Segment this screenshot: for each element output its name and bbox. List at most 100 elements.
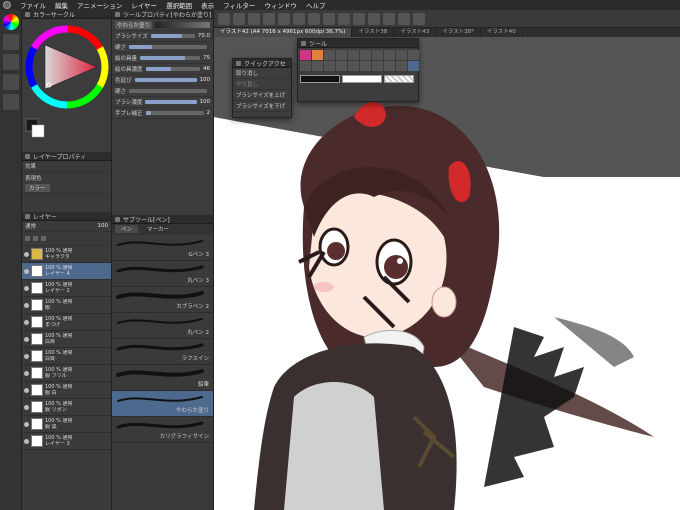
eraser-icon[interactable] <box>398 12 410 25</box>
quick-item-size-up[interactable]: ブラシサイズを上げ <box>233 90 291 101</box>
open-icon[interactable] <box>233 12 245 25</box>
fill-icon[interactable] <box>323 12 335 25</box>
snap-icon[interactable] <box>368 12 380 25</box>
menu-file[interactable]: ファイル <box>20 0 46 10</box>
brush-icon[interactable] <box>413 12 425 25</box>
menu-view[interactable]: 表示 <box>201 0 214 10</box>
brush-item[interactable]: やわらか塗り <box>112 391 213 417</box>
opacity-value[interactable]: 100 <box>98 223 109 229</box>
tool-param-row[interactable]: 絵の具濃度 46 <box>112 64 213 75</box>
layer-icon[interactable] <box>3 54 19 70</box>
zoom-tool-icon[interactable] <box>336 61 347 71</box>
eye-icon[interactable] <box>24 370 29 376</box>
layer-row[interactable]: 100 % 通常 白目 <box>22 348 111 365</box>
select-tool-icon[interactable] <box>360 50 371 60</box>
airbrush-tool-icon[interactable] <box>408 61 419 71</box>
layer-row[interactable]: 100 % 通常 レイヤー 2 <box>22 280 111 297</box>
subtool-tab-marker[interactable]: マーカー <box>141 225 175 233</box>
text-tool-icon[interactable] <box>384 50 395 60</box>
menu-selection[interactable]: 選択範囲 <box>166 0 192 10</box>
new-icon[interactable] <box>218 12 230 25</box>
layer-row[interactable]: 100 % 通常 服 リボン <box>22 399 111 416</box>
decoration-tool-icon[interactable] <box>384 61 395 71</box>
pen-tool-icon[interactable] <box>300 50 311 60</box>
eye-icon[interactable] <box>24 302 29 308</box>
layer-row[interactable]: 100 % 通常 服 フリル <box>22 365 111 382</box>
figure-tool-icon[interactable] <box>396 50 407 60</box>
quick-item-redo[interactable]: やり直し <box>233 79 291 90</box>
app-logo-icon[interactable] <box>3 1 11 9</box>
snap-icon[interactable] <box>338 12 350 25</box>
tool-param-row[interactable]: 硬さ <box>112 86 213 97</box>
tool-param-slider[interactable] <box>134 78 197 82</box>
eye-icon[interactable] <box>24 319 29 325</box>
color-wheel[interactable] <box>22 19 112 151</box>
tool-param-slider[interactable] <box>150 34 195 38</box>
layer-row[interactable]: 100 % 通常 服 白 <box>22 382 111 399</box>
document-tab[interactable]: イラスト40 <box>481 28 523 37</box>
layer-row[interactable]: 100 % 通常 白目 <box>22 331 111 348</box>
brush-item[interactable]: 鉛筆 <box>112 365 213 391</box>
balloon-tool-icon[interactable] <box>396 61 407 71</box>
eraser-icon[interactable] <box>3 94 19 110</box>
layer-row[interactable]: 100 % 通常 キャラクタ <box>22 246 111 263</box>
eye-icon[interactable] <box>24 251 29 257</box>
layer-tool-icon[interactable] <box>41 236 46 241</box>
pen-icon[interactable] <box>383 12 395 25</box>
quick-item-size-down[interactable]: ブラシサイズを下げ <box>233 101 291 112</box>
layer-tool-icon[interactable] <box>25 236 30 241</box>
tool-param-slider[interactable] <box>129 45 207 49</box>
menu-layer[interactable]: レイヤー <box>131 0 157 10</box>
blend-tool-icon[interactable] <box>312 61 323 71</box>
eyedropper-tool-icon[interactable] <box>300 61 311 71</box>
tool-param-slider[interactable] <box>145 100 197 104</box>
transparent-color-chip[interactable] <box>384 75 414 83</box>
tool-param-row[interactable]: ブラシサイズ 70.0 <box>112 31 213 42</box>
tool-param-row[interactable]: ブラシ濃度 100 <box>112 97 213 108</box>
display-color-value[interactable]: カラー <box>25 184 50 192</box>
menu-filter[interactable]: フィルター <box>223 0 255 10</box>
document-tab[interactable]: イラスト42 (A4 7016 x 4961px 600dpi 36.7%) <box>214 28 353 37</box>
layer-row[interactable]: 100 % 通常 レイヤー 3 <box>22 433 111 450</box>
eye-icon[interactable] <box>24 421 29 427</box>
sub-color-chip[interactable] <box>342 75 382 83</box>
eye-icon[interactable] <box>24 387 29 393</box>
pen-icon[interactable] <box>3 74 19 90</box>
pencil-tool-icon[interactable] <box>324 50 335 60</box>
menu-window[interactable]: ウィンドウ <box>264 0 297 10</box>
eye-icon[interactable] <box>24 353 29 359</box>
eye-icon[interactable] <box>24 268 29 274</box>
undo-icon[interactable] <box>263 12 275 25</box>
transform-icon[interactable] <box>293 12 305 25</box>
ruler-tool-icon[interactable] <box>324 61 335 71</box>
tool-param-slider[interactable] <box>145 111 204 115</box>
layer-row[interactable]: 100 % 通常 眼 <box>22 297 111 314</box>
brush-item[interactable]: カブラペン 2 <box>112 287 213 313</box>
menu-animation[interactable]: アニメーション <box>77 0 122 10</box>
snap-icon[interactable] <box>353 12 365 25</box>
document-tab[interactable]: イラスト38 <box>352 28 395 37</box>
tool-param-row[interactable]: 手ブレ補正 2 <box>112 108 213 119</box>
hand-tool-icon[interactable] <box>348 61 359 71</box>
tool-param-slider[interactable] <box>140 56 200 60</box>
document-tab[interactable]: イラスト38* <box>436 28 481 37</box>
menu-help[interactable]: ヘルプ <box>306 0 326 10</box>
fill-tool-icon[interactable] <box>348 50 359 60</box>
select-icon[interactable] <box>308 12 320 25</box>
subtool-tab-pen[interactable]: ペン <box>115 225 139 233</box>
document-tab[interactable]: イラスト43 <box>394 28 437 37</box>
tool-param-slider[interactable] <box>129 89 207 93</box>
eye-icon[interactable] <box>24 285 29 291</box>
color-wheel-icon[interactable] <box>3 14 19 30</box>
rotate-tool-icon[interactable] <box>360 61 371 71</box>
layer-tool-icon[interactable] <box>33 236 38 241</box>
redo-icon[interactable] <box>278 12 290 25</box>
blend-mode-select[interactable]: 通常 <box>25 222 36 230</box>
tool-param-row[interactable]: 絵の具量 75 <box>112 53 213 64</box>
brush-item[interactable]: 丸ペン 2 <box>112 313 213 339</box>
tool-param-row[interactable]: 色延び 100 <box>112 75 213 86</box>
layer-row[interactable]: 100 % 通常 まつげ <box>22 314 111 331</box>
brush-tool-icon[interactable] <box>312 50 323 60</box>
gradient-tool-icon[interactable] <box>408 50 419 60</box>
color-swatch-icon[interactable] <box>3 34 19 50</box>
